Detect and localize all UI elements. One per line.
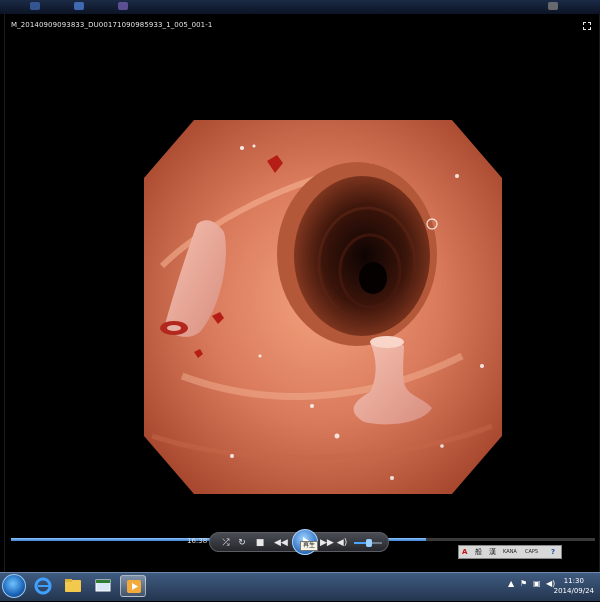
top-app-glyph: [118, 2, 128, 10]
volume-knob[interactable]: [366, 539, 373, 547]
volume-slider[interactable]: [354, 539, 382, 547]
clock-time: 11:30: [563, 577, 584, 585]
internet-explorer-icon[interactable]: [30, 575, 56, 597]
ime-input-mode[interactable]: 般: [475, 547, 482, 557]
ime-language-bar[interactable]: A 般 漢 KANA CAPS ?: [458, 545, 562, 559]
flag-icon[interactable]: ⚑: [520, 579, 527, 588]
volume-icon[interactable]: ◀): [336, 537, 348, 549]
network-icon[interactable]: ▣: [533, 579, 541, 588]
window-app-icon[interactable]: [90, 575, 116, 597]
windows-start-icon[interactable]: [2, 574, 26, 598]
ime-caps[interactable]: CAPS: [525, 547, 538, 557]
top-app-glyph: [548, 2, 558, 10]
ime-help-icon[interactable]: ?: [551, 547, 555, 557]
elapsed-time: 16:38: [187, 537, 208, 545]
clock[interactable]: 11:30 2014/09/24: [554, 576, 594, 596]
previous-icon[interactable]: ◀◀: [274, 537, 288, 549]
folder-icon[interactable]: [60, 575, 86, 597]
play-tooltip: 再生: [300, 541, 319, 551]
file-title: M_20140909093833_DU00171090985933_1_005_…: [11, 21, 213, 29]
taskbar: ▲ ⚑ ▣ ◀) 11:30 2014/09/24: [0, 572, 600, 601]
fullscreen-icon[interactable]: [582, 21, 592, 31]
shuffle-icon[interactable]: ⤮: [220, 537, 232, 549]
show-hidden-icons-icon[interactable]: ▲: [508, 579, 514, 588]
stop-icon[interactable]: ■: [254, 537, 266, 549]
media-player-icon[interactable]: [120, 575, 146, 597]
ime-kana[interactable]: KANA: [503, 547, 517, 557]
ime-mode[interactable]: A: [462, 547, 467, 557]
clock-date: 2014/09/24: [553, 587, 594, 595]
repeat-icon[interactable]: ↻: [236, 537, 248, 549]
video-frame[interactable]: [142, 106, 504, 498]
playback-controls: ⤮ ↻ ■ ◀◀ ▶▶ ◀): [209, 529, 389, 555]
media-player-window: M_20140909093833_DU00171090985933_1_005_…: [4, 14, 600, 572]
ime-kanji[interactable]: 漢: [489, 547, 496, 557]
top-app-glyph: [30, 2, 40, 10]
top-strip: [0, 0, 600, 14]
next-icon[interactable]: ▶▶: [320, 537, 334, 549]
top-app-glyph: [74, 2, 84, 10]
